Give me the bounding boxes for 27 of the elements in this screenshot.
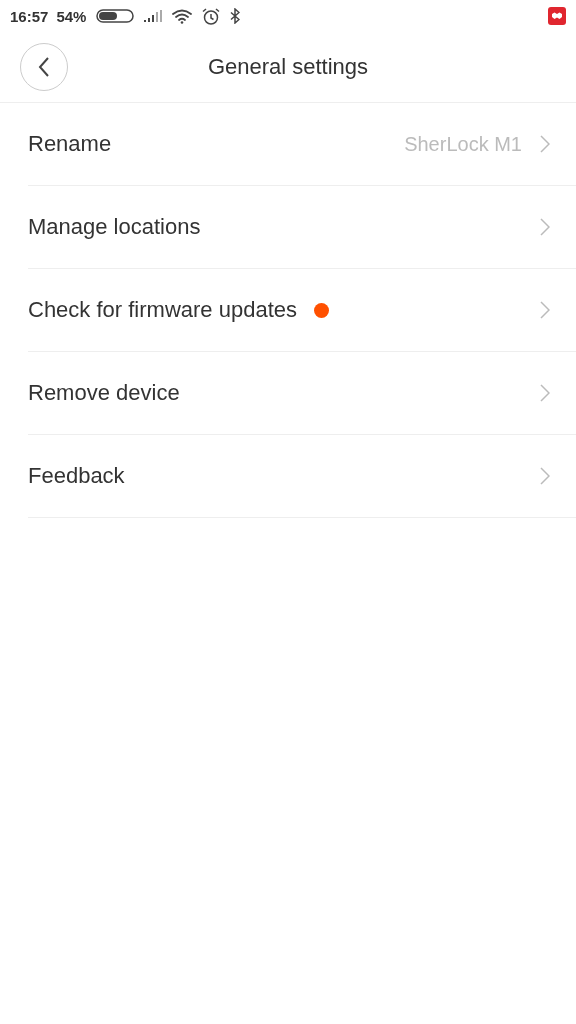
row-value: SherLock M1 bbox=[404, 132, 522, 156]
back-icon bbox=[38, 57, 50, 77]
chevron-icon bbox=[540, 135, 550, 153]
row-label: Feedback bbox=[28, 463, 125, 489]
bluetooth-icon bbox=[230, 8, 241, 24]
row-label: Check for firmware updates bbox=[28, 297, 297, 323]
settings-row[interactable]: Manage locations bbox=[28, 186, 576, 269]
back-button[interactable] bbox=[20, 43, 68, 91]
row-label: Manage locations bbox=[28, 214, 201, 240]
row-label: Remove device bbox=[28, 380, 180, 406]
wifi-icon bbox=[172, 8, 193, 24]
chevron-icon bbox=[540, 467, 550, 485]
alarm-icon bbox=[202, 7, 221, 25]
chevron-icon bbox=[540, 218, 550, 236]
page-title: General settings bbox=[207, 54, 369, 80]
signal-icon bbox=[144, 10, 163, 22]
settings-row[interactable]: Rename SherLock M1 bbox=[28, 103, 576, 186]
settings-row[interactable]: Check for firmware updates bbox=[28, 269, 576, 352]
battery-percent: 54% bbox=[56, 7, 87, 25]
row-label: Rename bbox=[28, 131, 112, 157]
battery-icon bbox=[96, 9, 135, 23]
status-time: 16:57 bbox=[10, 7, 49, 25]
settings-row[interactable]: Feedback bbox=[28, 435, 576, 518]
chevron-icon bbox=[540, 301, 550, 319]
settings-row[interactable]: Remove device bbox=[28, 352, 576, 435]
app-notification-icon bbox=[548, 7, 566, 25]
chevron-icon bbox=[540, 384, 550, 402]
